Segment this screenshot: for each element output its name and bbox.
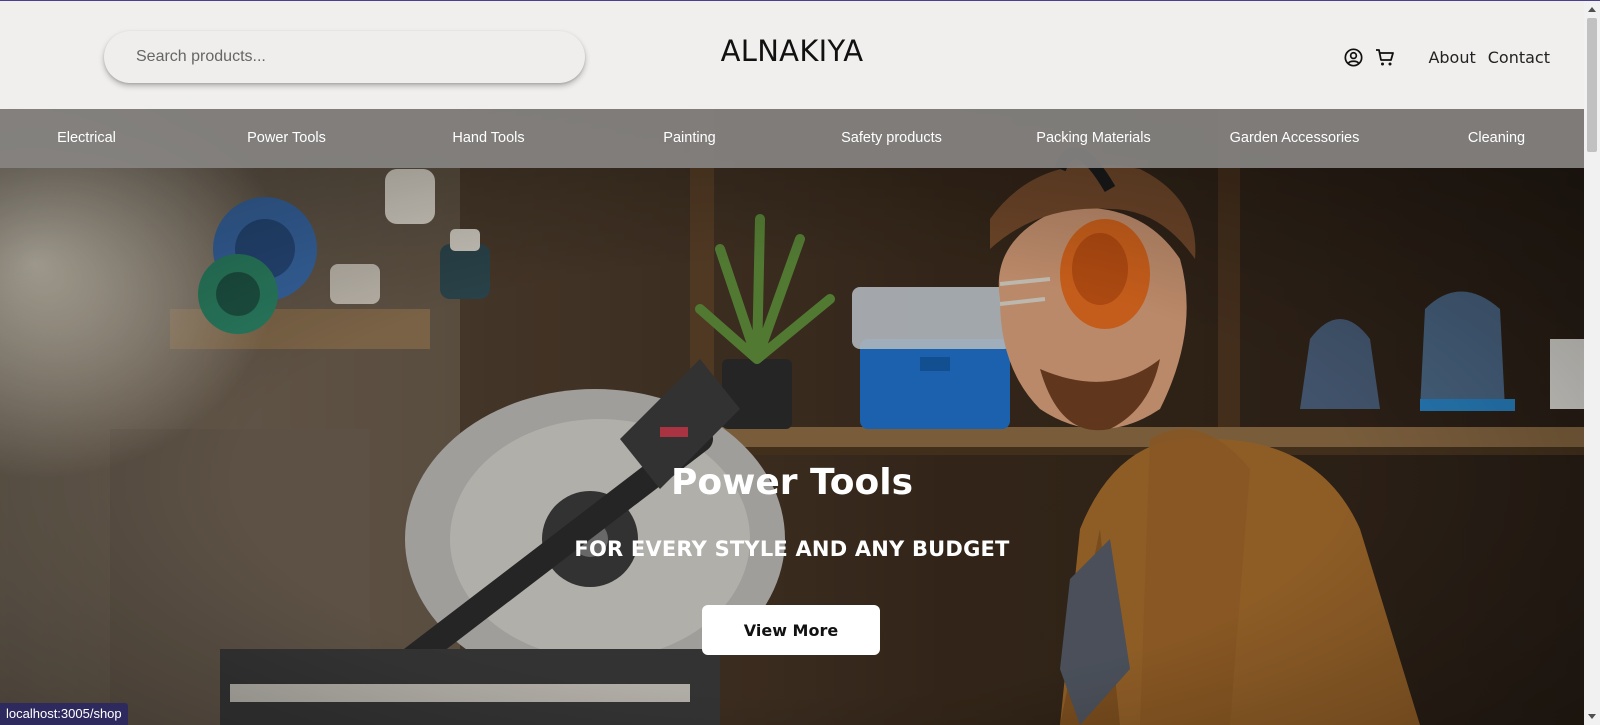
page-scrollbar[interactable]	[1584, 1, 1600, 725]
hero-subtitle: FOR EVERY STYLE AND ANY BUDGET	[574, 537, 1010, 561]
category-safety-products[interactable]: Safety products	[791, 109, 992, 168]
search-box[interactable]	[104, 31, 585, 83]
category-electrical[interactable]: Electrical	[0, 109, 187, 168]
hero-banner: Electrical Power Tools Hand Tools Painti…	[0, 109, 1584, 725]
search-input[interactable]	[136, 48, 585, 66]
scroll-thumb[interactable]	[1587, 18, 1597, 152]
hero-title: Power Tools	[670, 462, 914, 503]
scroll-up-arrow-icon[interactable]	[1588, 7, 1596, 12]
site-header: ALNAKIYA About Contact	[0, 1, 1584, 109]
category-hand-tools[interactable]: Hand Tools	[388, 109, 589, 168]
category-nav: Electrical Power Tools Hand Tools Painti…	[0, 109, 1584, 168]
nav-link-contact[interactable]: Contact	[1488, 48, 1550, 67]
user-circle-icon[interactable]	[1342, 46, 1364, 68]
category-packing-materials[interactable]: Packing Materials	[993, 109, 1194, 168]
browser-status-url: localhost:3005/shop	[0, 703, 128, 725]
category-power-tools[interactable]: Power Tools	[186, 109, 387, 168]
cart-icon[interactable]	[1374, 46, 1396, 68]
nav-link-about[interactable]: About	[1428, 48, 1475, 67]
category-cleaning[interactable]: Cleaning	[1396, 109, 1584, 168]
header-actions: About Contact	[1342, 41, 1550, 73]
scroll-down-arrow-icon[interactable]	[1588, 714, 1596, 719]
category-garden-accessories[interactable]: Garden Accessories	[1194, 109, 1395, 168]
category-painting[interactable]: Painting	[589, 109, 790, 168]
view-more-button[interactable]: View More	[702, 605, 880, 655]
site-logo[interactable]: ALNAKIYA	[600, 34, 984, 68]
